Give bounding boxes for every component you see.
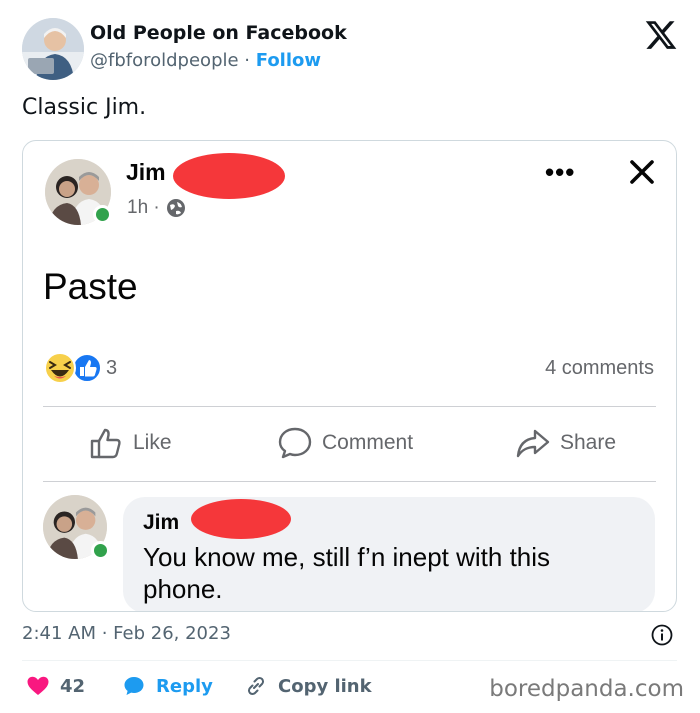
redaction-mark — [191, 499, 291, 539]
reaction-count: 3 — [106, 357, 118, 379]
reply-label: Reply — [156, 675, 213, 697]
copy-link-button[interactable]: Copy link — [244, 674, 372, 698]
post-text: Paste — [43, 266, 138, 307]
comment-icon — [278, 427, 312, 459]
reply-button[interactable]: Reply — [122, 674, 213, 698]
x-logo-icon[interactable] — [644, 18, 678, 52]
post-time: 1h · — [127, 197, 160, 218]
account-handle[interactable]: @fbforoldpeople — [90, 50, 239, 71]
thumbs-up-icon — [90, 428, 121, 459]
share-icon — [516, 429, 550, 458]
footer-divider — [22, 660, 677, 661]
share-action: Share — [516, 426, 616, 460]
heart-icon — [27, 676, 49, 695]
post-author-name: Jim — [126, 159, 166, 185]
more-options-icon: ••• — [545, 157, 576, 187]
like-count: 42 — [60, 675, 86, 697]
follow-button[interactable]: Follow — [256, 50, 321, 71]
online-status-dot — [91, 541, 110, 560]
account-name[interactable]: Old People on Facebook — [90, 22, 347, 44]
tweet-header: Old People on Facebook @fbforoldpeople ·… — [22, 18, 682, 80]
reply-bubble-icon — [124, 677, 144, 695]
redaction-mark — [173, 153, 285, 199]
like-action: Like — [89, 426, 172, 460]
watermark: boredpanda.com — [489, 676, 684, 702]
info-icon[interactable] — [651, 624, 673, 646]
comment-bubble: Jim You know me, still f’n inept with th… — [123, 497, 655, 611]
globe-icon — [166, 199, 185, 217]
like-label: Like — [133, 431, 172, 454]
like-button[interactable]: 42 — [26, 674, 85, 698]
close-icon — [630, 160, 654, 184]
facebook-post-image[interactable]: Jim 1h · ••• Paste 3 4 comments Like Com… — [22, 140, 677, 612]
reaction-icons — [44, 352, 102, 384]
separator-dot: · — [238, 50, 256, 71]
link-icon — [247, 676, 265, 696]
account-avatar[interactable] — [22, 18, 84, 80]
copy-link-label: Copy link — [278, 675, 372, 697]
comment-action: Comment — [278, 426, 413, 460]
tweet-text: Classic Jim. — [22, 95, 147, 120]
comment-author-name: Jim — [143, 511, 180, 534]
tweet-timestamp[interactable]: 2:41 AM · Feb 26, 2023 — [22, 623, 231, 644]
account-subline: @fbforoldpeople · Follow — [90, 50, 321, 71]
comment-label: Comment — [322, 431, 414, 454]
share-label: Share — [560, 431, 617, 454]
divider — [43, 406, 656, 407]
divider — [43, 481, 656, 482]
post-meta: 1h · — [127, 197, 186, 219]
comments-count: 4 comments — [545, 357, 654, 379]
online-status-dot — [93, 205, 112, 224]
comment-text: You know me, still f’n inept with this p… — [143, 542, 551, 604]
